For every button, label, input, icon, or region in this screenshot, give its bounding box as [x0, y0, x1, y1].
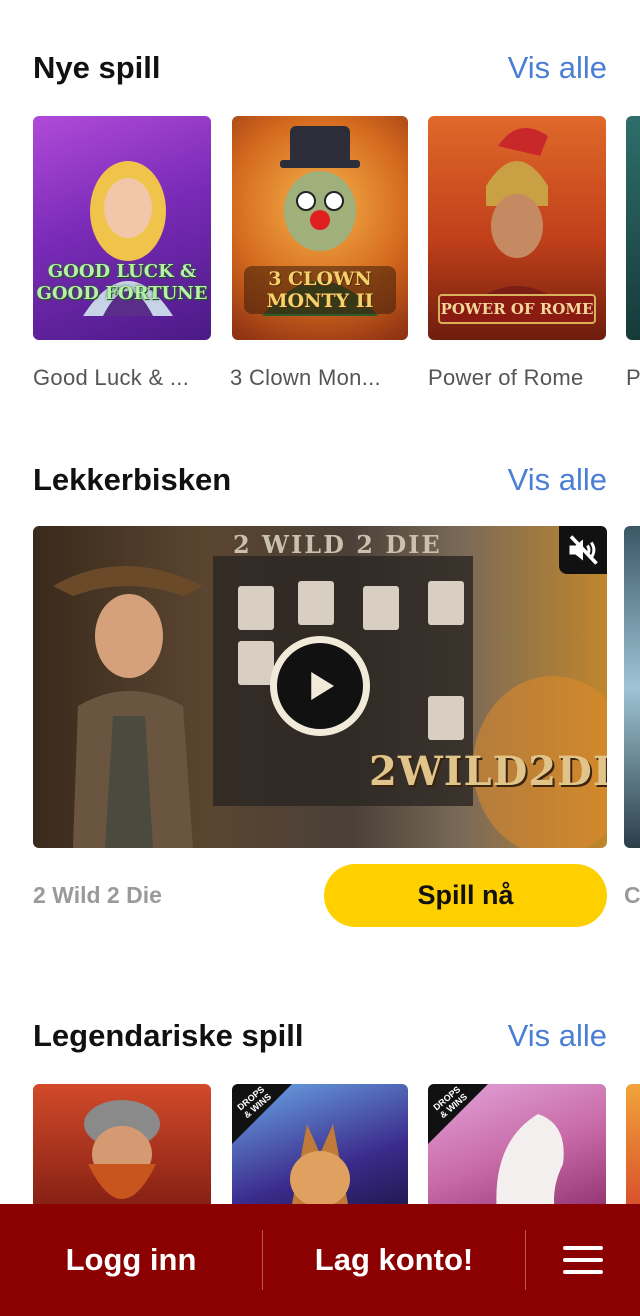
featured-logo: 2WILD2DIE — [369, 748, 607, 795]
game-tile-peek[interactable] — [626, 1084, 640, 1224]
game-caption: Good Luck & ... — [33, 365, 190, 390]
game-caption: P — [626, 365, 640, 390]
view-all-link[interactable]: Vis alle — [508, 50, 607, 86]
game-logo: POWER OF ROME — [428, 294, 606, 324]
featured-peek-caption: C — [624, 882, 640, 908]
section-title: Nye spill — [33, 50, 161, 85]
mute-button[interactable] — [559, 526, 607, 574]
game-tile-3-clown-monty[interactable]: 3 CLOWN MONTY II — [232, 116, 408, 340]
game-logo: 3 CLOWN MONTY II — [244, 266, 396, 314]
menu-button[interactable] — [526, 1204, 640, 1316]
play-button[interactable] — [270, 636, 370, 736]
section-title: Legendariske spill — [33, 1018, 304, 1053]
hamburger-icon — [563, 1246, 603, 1274]
game-tile-good-luck[interactable]: GOOD LUCK & GOOD FORTUNE — [33, 116, 211, 340]
game-tile-peek[interactable] — [626, 116, 640, 340]
register-button[interactable]: Lag konto! — [263, 1242, 525, 1278]
game-tile-wolf[interactable]: DROPS & WINS — [232, 1084, 408, 1224]
game-thumbnail — [84, 1100, 160, 1199]
featured-logo-top: 2 WILD 2 DIE — [233, 530, 442, 559]
game-tile-viking[interactable] — [33, 1084, 211, 1224]
game-thumbnail — [83, 161, 173, 316]
section-title: Lekkerbisken — [33, 462, 232, 497]
speaker-muted-icon — [569, 535, 598, 565]
featured-game-name: 2 Wild 2 Die — [33, 882, 162, 908]
bottom-nav-bar: Logg inn Lag konto! — [0, 1204, 640, 1316]
game-caption: Power of Rome — [428, 365, 584, 390]
game-caption: 3 Clown Mon... — [230, 365, 381, 390]
play-now-button[interactable]: Spill nå — [324, 864, 607, 927]
game-tile-horse[interactable]: DROPS & WINS — [428, 1084, 606, 1224]
game-logo: GOOD LUCK & GOOD FORTUNE — [36, 261, 208, 304]
play-icon — [311, 672, 334, 700]
login-button[interactable]: Logg inn — [0, 1242, 262, 1278]
featured-peek-card[interactable] — [624, 526, 640, 848]
featured-video[interactable]: 2 WILD 2 DIE 2WILD2DIE — [33, 526, 607, 848]
game-tile-power-of-rome[interactable]: POWER OF ROME — [428, 116, 606, 340]
view-all-link[interactable]: Vis alle — [508, 1018, 607, 1054]
view-all-link[interactable]: Vis alle — [508, 462, 607, 498]
